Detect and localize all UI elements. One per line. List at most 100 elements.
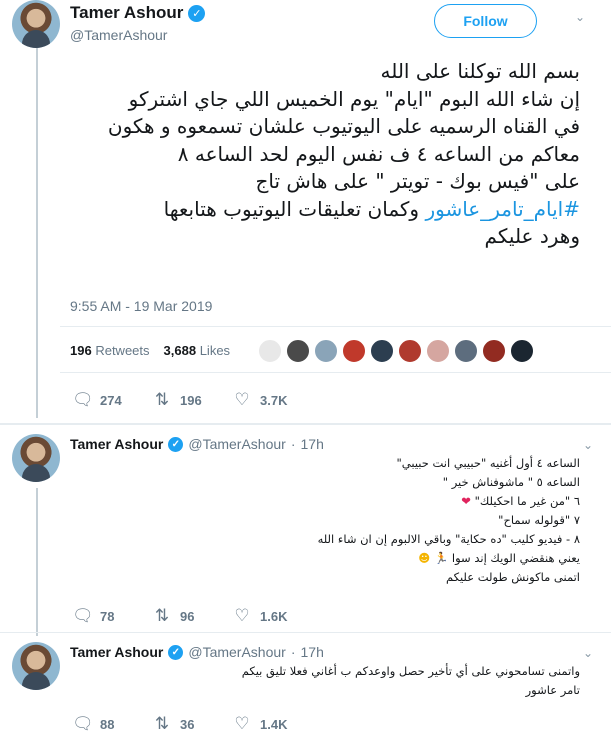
verified-badge-icon: ✓ xyxy=(168,644,184,660)
reply-time[interactable]: 17h xyxy=(301,644,324,660)
reply-line-text: يعني هنقضي الويك إند سوا xyxy=(451,551,580,565)
reply-count: 78 xyxy=(100,608,115,624)
avatar[interactable] xyxy=(12,434,60,482)
likes-count: 3,688 xyxy=(163,343,197,358)
separator-dot: · xyxy=(290,436,296,452)
heart-icon: ♡ xyxy=(234,714,250,733)
tweet-text: بسم الله توكلنا على الله إن شاء الله الب… xyxy=(60,58,580,251)
reply-text: الساعه ٤ أول أغنيه "حبيبي انت حبيبي" الس… xyxy=(200,454,580,587)
liker-avatar[interactable] xyxy=(342,339,366,363)
tweet-line: على "فيس بوك - تويتر " على هاش تاج xyxy=(255,169,580,193)
retweets-stat[interactable]: 196 Retweets xyxy=(70,343,150,358)
reply-count: 274 xyxy=(100,392,122,408)
reply-line: ٧ "قولوله سماح" xyxy=(498,513,580,527)
tweet-actions: 🗨 88 ⇅ 36 ♡ 1.4K xyxy=(72,714,312,734)
reply-line: الساعه ٥ " ماشوفناش خير " xyxy=(442,475,580,489)
heart-icon: ♡ xyxy=(234,390,250,409)
reply-line-text: ٦ "من غير ما احكيلك" xyxy=(474,494,580,508)
retweet-count: 96 xyxy=(180,608,195,624)
reply-line: تامر عاشور xyxy=(525,683,580,697)
tweet-line-rest: وكمان تعليقات اليوتيوب هتابعها xyxy=(163,196,420,221)
avatar[interactable] xyxy=(12,0,60,48)
tweet-actions: 🗨 78 ⇅ 96 ♡ 1.6K xyxy=(72,606,312,626)
reply-header: Tamer Ashour ✓ @TamerAshour · 17h xyxy=(70,644,324,660)
liker-avatar[interactable] xyxy=(482,339,506,363)
engagement-stats: 196 Retweets 3,688 Likes xyxy=(70,343,230,358)
reply-count: 88 xyxy=(100,716,115,732)
likes-stat[interactable]: 3,688 Likes xyxy=(164,343,231,358)
retweets-count: 196 xyxy=(70,343,92,358)
reply-button[interactable]: 🗨 274 xyxy=(72,390,152,410)
liker-avatar[interactable] xyxy=(398,339,422,363)
liker-avatar[interactable] xyxy=(426,339,450,363)
liker-avatar[interactable] xyxy=(510,339,534,363)
retweet-count: 36 xyxy=(180,716,195,732)
retweet-icon: ⇅ xyxy=(154,606,170,625)
like-button[interactable]: ♡ 1.4K xyxy=(232,714,312,734)
avatar[interactable] xyxy=(12,642,60,690)
tweet-line: وهرد عليكم xyxy=(484,224,580,248)
divider xyxy=(60,372,611,373)
like-count: 1.4K xyxy=(260,716,288,732)
main-tweet: Tamer Ashour ✓ @TamerAshour Follow ⌄ بسم… xyxy=(0,0,611,425)
thread-connector-line xyxy=(36,488,38,636)
retweet-icon: ⇅ xyxy=(154,714,170,733)
reply-icon: 🗨 xyxy=(72,714,94,733)
liker-avatar[interactable] xyxy=(454,339,478,363)
reply-line: اتمنى ماكونش طولت عليكم xyxy=(445,570,580,584)
author-handle[interactable]: @TamerAshour xyxy=(188,436,285,452)
retweet-button[interactable]: ⇅ 36 xyxy=(152,714,232,734)
tweet-actions: 🗨 274 ⇅ 196 ♡ 3.7K xyxy=(72,390,312,410)
liker-avatar[interactable] xyxy=(370,339,394,363)
follow-button[interactable]: Follow xyxy=(434,4,537,38)
reply-line: ٦ "من غير ما احكيلك" ❤ xyxy=(200,492,580,511)
like-button[interactable]: ♡ 1.6K xyxy=(232,606,312,626)
verified-badge-icon: ✓ xyxy=(168,436,184,452)
reply-tweet[interactable]: Tamer Ashour ✓ @TamerAshour · 17h ⌄ السا… xyxy=(0,424,611,632)
reply-button[interactable]: 🗨 88 xyxy=(72,714,152,734)
liker-avatar[interactable] xyxy=(286,339,310,363)
retweets-label: Retweets xyxy=(95,343,150,358)
smiling-face-emoji-icon: ☻ xyxy=(418,551,431,565)
reply-time[interactable]: 17h xyxy=(301,436,324,452)
reply-text: واتمنى تسامحوني على أي تأخير حصل واوعدكم… xyxy=(200,662,580,700)
retweet-icon: ⇅ xyxy=(154,390,170,409)
retweet-button[interactable]: ⇅ 96 xyxy=(152,606,232,626)
hashtag-link[interactable]: #ايام_تامر_عاشور xyxy=(425,197,580,221)
reply-header: Tamer Ashour ✓ @TamerAshour · 17h xyxy=(70,436,324,452)
heart-icon: ♡ xyxy=(234,606,250,625)
like-button[interactable]: ♡ 3.7K xyxy=(232,390,312,410)
reply-line: يعني هنقضي الويك إند سوا 🏃 ☻ xyxy=(200,549,580,568)
author-display-name[interactable]: Tamer Ashour xyxy=(70,644,163,660)
author-handle[interactable]: @TamerAshour xyxy=(70,27,167,43)
author-display-name[interactable]: Tamer Ashour xyxy=(70,436,163,452)
reply-icon: 🗨 xyxy=(72,606,94,625)
tweet-line-hashtag: #ايام_تامر_عاشور وكمان تعليقات اليوتيوب … xyxy=(60,196,580,224)
reply-line: الساعه ٤ أول أغنيه "حبيبي انت حبيبي" xyxy=(396,456,580,470)
liker-avatars xyxy=(258,339,534,363)
retweet-count: 196 xyxy=(180,392,202,408)
reply-button[interactable]: 🗨 78 xyxy=(72,606,152,626)
chevron-down-icon[interactable]: ⌄ xyxy=(575,10,585,24)
author-display-name[interactable]: Tamer Ashour xyxy=(70,3,183,23)
reply-tweet[interactable]: Tamer Ashour ✓ @TamerAshour · 17h ⌄ واتم… xyxy=(0,632,611,744)
separator-dot: · xyxy=(290,644,296,660)
reply-line: ٨ - فيديو كليب "ده حكاية" وباقي الالبوم … xyxy=(317,532,580,546)
tweet-line: في القناه الرسميه على اليوتيوب علشان تسم… xyxy=(107,114,580,138)
chevron-down-icon[interactable]: ⌄ xyxy=(583,646,593,660)
like-count: 3.7K xyxy=(260,392,288,408)
divider xyxy=(60,326,611,327)
like-count: 1.6K xyxy=(260,608,288,624)
liker-avatar[interactable] xyxy=(314,339,338,363)
verified-badge-icon: ✓ xyxy=(188,4,206,22)
tweet-line: بسم الله توكلنا على الله xyxy=(380,59,580,83)
red-heart-emoji-icon: ❤ xyxy=(461,494,471,508)
reply-line: واتمنى تسامحوني على أي تأخير حصل واوعدكم… xyxy=(241,664,580,678)
retweet-button[interactable]: ⇅ 196 xyxy=(152,390,232,410)
tweet-timestamp[interactable]: 9:55 AM - 19 Mar 2019 xyxy=(70,298,212,314)
chevron-down-icon[interactable]: ⌄ xyxy=(583,438,593,452)
author-handle[interactable]: @TamerAshour xyxy=(188,644,285,660)
reply-icon: 🗨 xyxy=(72,390,94,409)
liker-avatar[interactable] xyxy=(258,339,282,363)
author-name-row[interactable]: Tamer Ashour ✓ xyxy=(70,3,206,23)
